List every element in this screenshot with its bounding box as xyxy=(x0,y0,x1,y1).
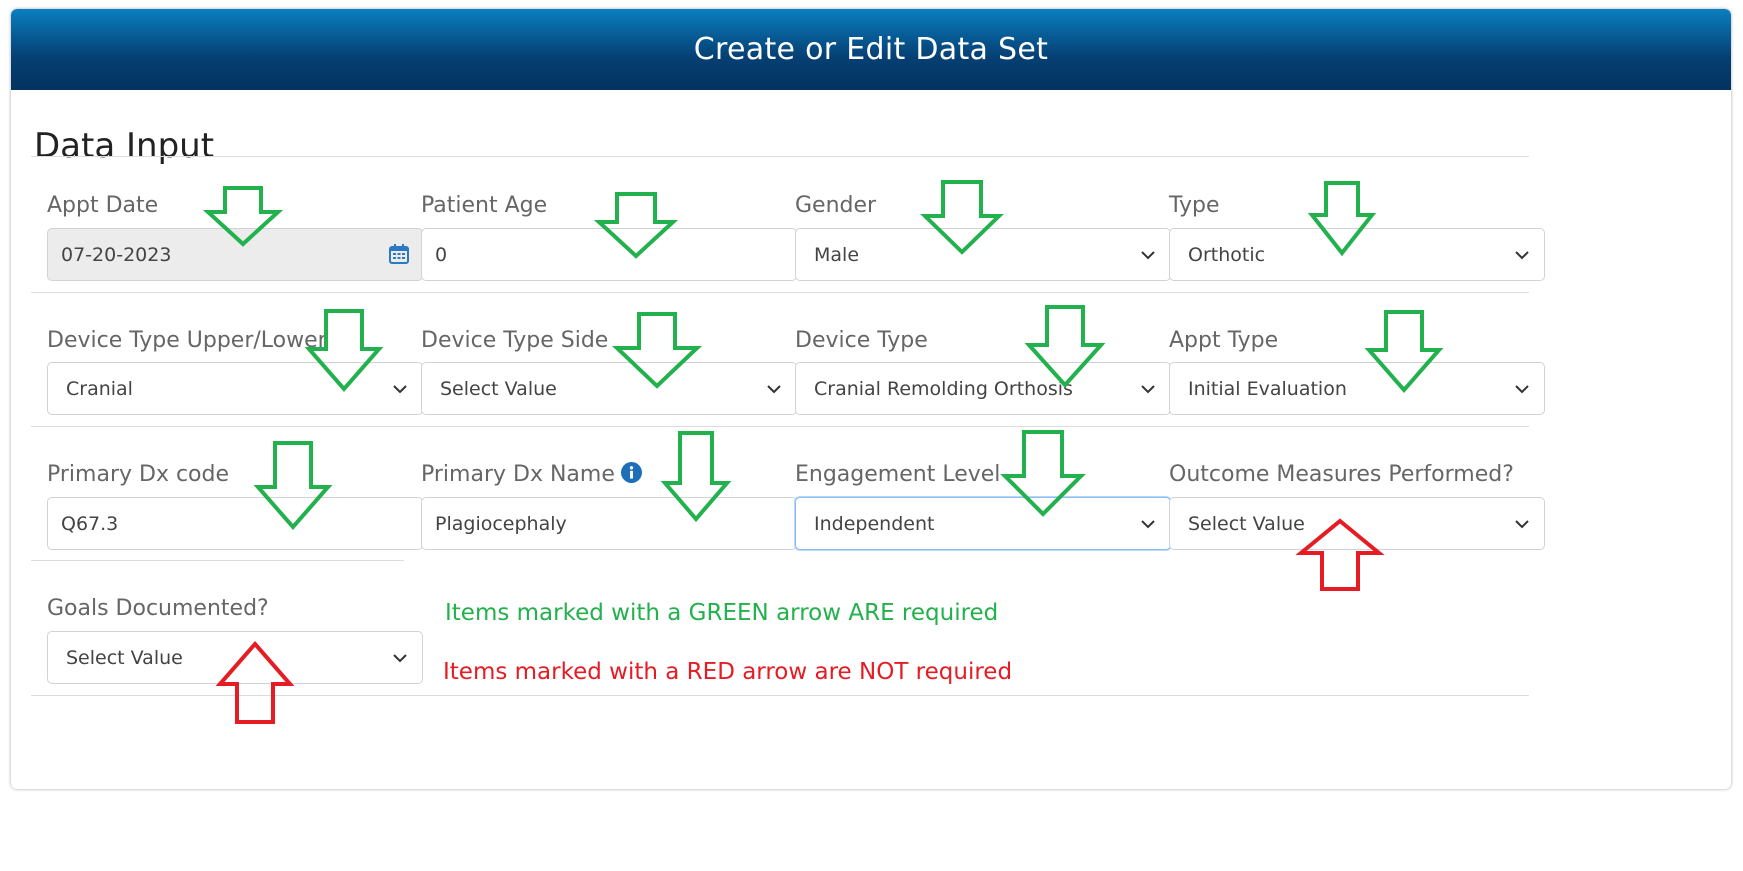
green-down-arrow-icon xyxy=(304,309,384,393)
panel-header: Create or Edit Data Set xyxy=(11,9,1731,90)
device-type-side-select[interactable]: Select Value xyxy=(421,362,797,415)
device-type-select[interactable]: Cranial Remolding Orthosis xyxy=(795,362,1171,415)
info-icon[interactable] xyxy=(620,462,642,483)
goals-documented-label: Goals Documented? xyxy=(47,596,269,621)
green-down-arrow-icon xyxy=(660,431,732,523)
goals-documented-value: Select Value xyxy=(66,646,183,669)
primary-dx-code-input[interactable]: Q67.3 xyxy=(47,497,423,550)
panel-title: Create or Edit Data Set xyxy=(693,32,1049,67)
divider xyxy=(31,156,1529,157)
green-down-arrow-icon xyxy=(253,441,333,531)
device-type-side-label: Device Type Side xyxy=(421,328,609,353)
primary-dx-code-label: Primary Dx code xyxy=(47,462,230,487)
chevron-down-icon xyxy=(1515,251,1529,260)
calendar-icon[interactable] xyxy=(388,243,410,265)
green-down-arrow-icon xyxy=(920,180,1004,255)
green-down-arrow-icon xyxy=(611,312,703,389)
chevron-down-icon xyxy=(1141,251,1155,260)
green-down-arrow-icon xyxy=(1364,310,1444,394)
appt-date-value: 07-20-2023 xyxy=(61,243,172,266)
green-down-arrow-icon xyxy=(1000,430,1086,517)
patient-age-value: 0 xyxy=(435,243,448,266)
appt-date-label: Appt Date xyxy=(47,193,159,218)
chevron-down-icon xyxy=(767,385,781,394)
primary-dx-name-label: Primary Dx Name xyxy=(421,462,642,487)
red-up-arrow-icon xyxy=(215,640,295,724)
divider xyxy=(31,292,1529,293)
green-down-arrow-icon xyxy=(593,192,679,259)
device-type-upper-lower-label: Device Type Upper/Lower xyxy=(47,328,327,353)
patient-age-label: Patient Age xyxy=(421,193,548,218)
green-down-arrow-icon xyxy=(1307,181,1377,257)
divider xyxy=(31,426,1529,427)
engagement-level-value: Independent xyxy=(814,512,935,535)
primary-dx-name-value: Plagiocephaly xyxy=(435,512,567,535)
appt-type-value: Initial Evaluation xyxy=(1188,377,1347,400)
not-required-note: Items marked with a RED arrow are NOT re… xyxy=(443,659,1013,685)
outcome-measures-label: Outcome Measures Performed? xyxy=(1169,462,1514,487)
chevron-down-icon xyxy=(393,385,407,394)
required-note: Items marked with a GREEN arrow ARE requ… xyxy=(445,600,999,626)
primary-dx-name-label-text: Primary Dx Name xyxy=(421,462,615,487)
engagement-level-select[interactable]: Independent xyxy=(795,497,1171,550)
chevron-down-icon xyxy=(393,654,407,663)
type-label: Type xyxy=(1169,193,1220,218)
device-type-side-value: Select Value xyxy=(440,377,557,400)
primary-dx-code-value: Q67.3 xyxy=(61,512,119,535)
gender-label: Gender xyxy=(795,193,877,218)
gender-value: Male xyxy=(814,243,860,266)
type-value: Orthotic xyxy=(1188,243,1266,266)
green-down-arrow-icon xyxy=(1024,305,1106,388)
engagement-level-label: Engagement Level xyxy=(795,462,1001,487)
device-type-upper-lower-value: Cranial xyxy=(66,377,133,400)
green-down-arrow-icon xyxy=(202,186,284,247)
chevron-down-icon xyxy=(1515,520,1529,529)
appt-type-select[interactable]: Initial Evaluation xyxy=(1169,362,1545,415)
appt-type-label: Appt Type xyxy=(1169,328,1279,353)
chevron-down-icon xyxy=(1141,520,1155,529)
section-title: Data Input xyxy=(34,126,215,166)
divider xyxy=(31,560,404,561)
chevron-down-icon xyxy=(1141,385,1155,394)
primary-dx-name-input[interactable]: Plagiocephaly xyxy=(421,497,797,550)
red-up-arrow-icon xyxy=(1295,518,1385,591)
chevron-down-icon xyxy=(1515,385,1529,394)
outcome-measures-value: Select Value xyxy=(1188,512,1305,535)
device-type-label: Device Type xyxy=(795,328,928,353)
